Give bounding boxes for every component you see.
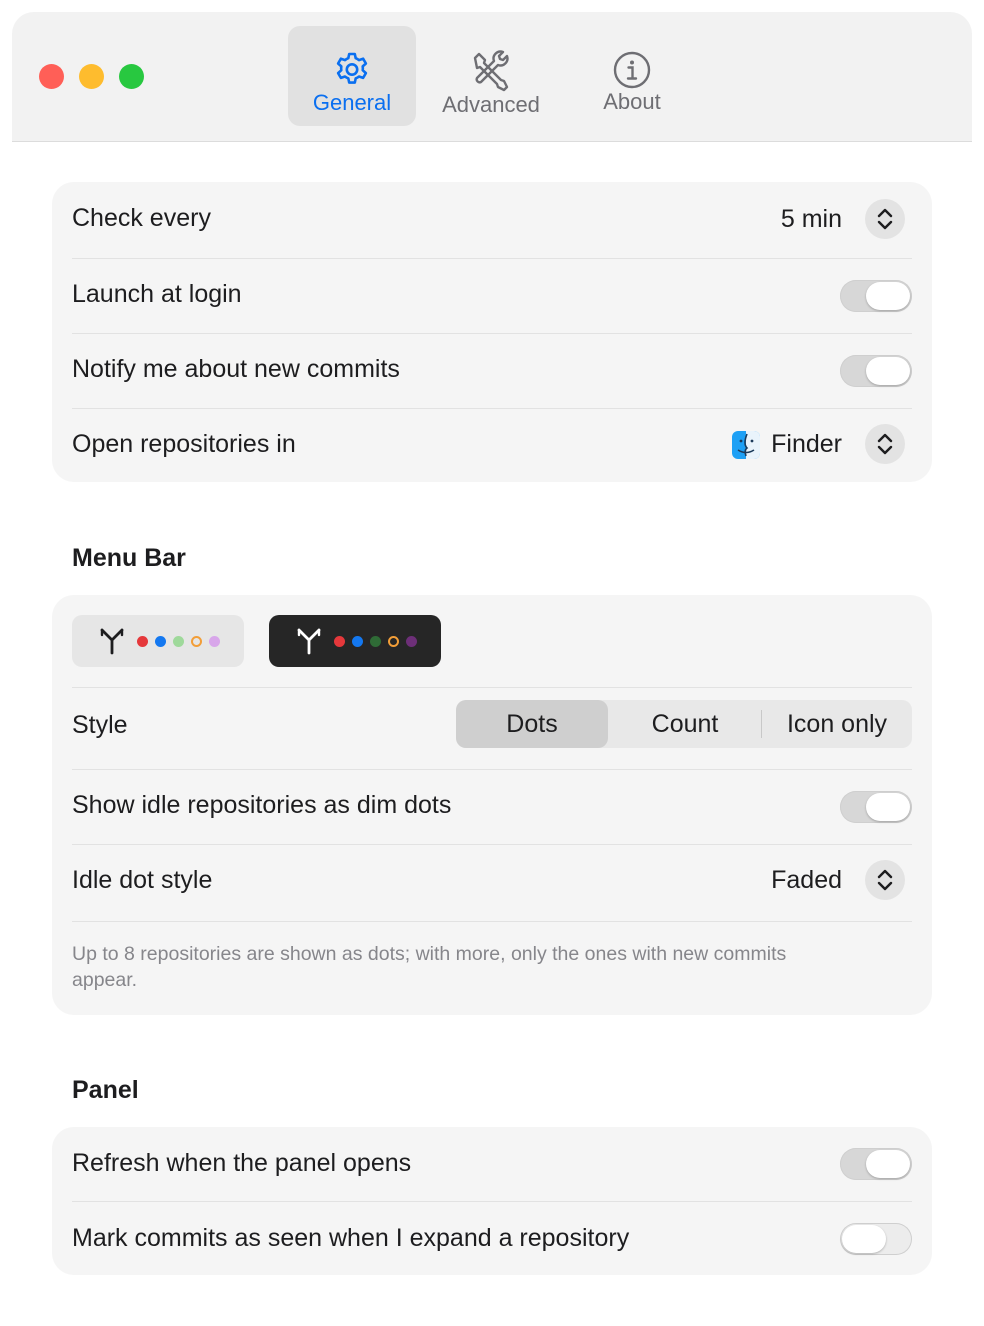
- divider: [72, 687, 912, 688]
- notify-commits-label: Notify me about new commits: [72, 355, 400, 383]
- fork-icon: [100, 628, 124, 655]
- tab-advanced[interactable]: Advanced: [427, 26, 555, 126]
- status-dot: [406, 636, 417, 647]
- status-dot: [173, 636, 184, 647]
- panel-card: Refresh when the panel opens Mark commit…: [52, 1127, 932, 1275]
- launch-at-login-label: Launch at login: [72, 280, 242, 308]
- settings-window: General Advanced About Check every 5 min…: [12, 12, 972, 1312]
- divider: [72, 921, 912, 922]
- idle-dot-style-value[interactable]: Faded: [771, 866, 842, 895]
- launch-at-login-toggle[interactable]: [840, 280, 912, 312]
- menu-bar-section-title: Menu Bar: [72, 544, 186, 572]
- status-dot: [352, 636, 363, 647]
- idle-dot-style-row: Idle dot style Faded: [72, 845, 912, 921]
- show-idle-toggle[interactable]: [840, 791, 912, 823]
- refresh-on-open-toggle[interactable]: [840, 1148, 912, 1180]
- status-dot: [155, 636, 166, 647]
- info-circle-icon: [613, 51, 651, 89]
- open-in-value[interactable]: Finder: [771, 430, 842, 459]
- show-idle-row: Show idle repositories as dim dots: [72, 770, 912, 844]
- tab-label: About: [603, 89, 661, 114]
- zoom-window-button[interactable]: [119, 64, 144, 89]
- status-dot: [370, 636, 381, 647]
- menu-bar-footnote: Up to 8 repositories are shown as dots; …: [72, 943, 787, 991]
- dark-menu-bar-preview[interactable]: [269, 615, 441, 667]
- wrench-screwdriver-icon: [473, 50, 509, 92]
- panel-section-title: Panel: [72, 1076, 139, 1104]
- idle-dot-style-stepper[interactable]: [865, 860, 905, 900]
- mark-seen-toggle[interactable]: [840, 1223, 912, 1255]
- style-label: Style: [72, 711, 128, 739]
- menu-bar-card: Style Dots Count Icon only Show idle rep…: [52, 595, 932, 1015]
- fork-icon: [297, 628, 321, 655]
- check-every-value[interactable]: 5 min: [781, 205, 842, 234]
- open-in-row: Open repositories in Finder: [72, 409, 912, 482]
- notify-commits-toggle[interactable]: [840, 355, 912, 387]
- open-in-stepper[interactable]: [865, 424, 905, 464]
- status-dot-error: [191, 636, 202, 647]
- style-option-count[interactable]: Count: [609, 700, 761, 748]
- style-option-dots[interactable]: Dots: [456, 700, 608, 748]
- general-settings-card: Check every 5 min Launch at login Notify…: [52, 182, 932, 482]
- chevron-up-down-icon: [877, 208, 893, 230]
- idle-dot-style-label: Idle dot style: [72, 866, 213, 894]
- status-dot: [137, 636, 148, 647]
- minimize-window-button[interactable]: [79, 64, 104, 89]
- status-dot: [334, 636, 345, 647]
- launch-at-login-row: Launch at login: [72, 259, 912, 333]
- tab-label: General: [312, 90, 392, 115]
- chevron-up-down-icon: [877, 869, 893, 891]
- open-in-label: Open repositories in: [72, 430, 296, 458]
- status-dot: [209, 636, 220, 647]
- check-every-label: Check every: [72, 204, 211, 232]
- refresh-on-open-row: Refresh when the panel opens: [72, 1127, 912, 1201]
- tab-about[interactable]: About: [568, 26, 696, 126]
- tab-label: Advanced: [442, 92, 540, 117]
- refresh-on-open-label: Refresh when the panel opens: [72, 1149, 412, 1177]
- check-every-row: Check every 5 min: [72, 182, 912, 258]
- style-row: Style Dots Count Icon only: [72, 700, 912, 750]
- status-dot-error: [388, 636, 399, 647]
- check-every-stepper[interactable]: [865, 199, 905, 239]
- gear-icon: [336, 52, 368, 84]
- style-segmented-control: Dots Count Icon only: [456, 700, 912, 748]
- finder-icon: [732, 431, 760, 459]
- show-idle-label: Show idle repositories as dim dots: [72, 791, 452, 819]
- close-window-button[interactable]: [39, 64, 64, 89]
- light-menu-bar-preview[interactable]: [72, 615, 244, 667]
- tab-general[interactable]: General: [288, 26, 416, 126]
- toolbar: General Advanced About: [12, 12, 972, 142]
- mark-seen-row: Mark commits as seen when I expand a rep…: [72, 1202, 912, 1275]
- style-option-icon-only[interactable]: Icon only: [762, 700, 912, 748]
- notify-commits-row: Notify me about new commits: [72, 334, 912, 408]
- chevron-up-down-icon: [877, 433, 893, 455]
- mark-seen-label: Mark commits as seen when I expand a rep…: [72, 1224, 630, 1252]
